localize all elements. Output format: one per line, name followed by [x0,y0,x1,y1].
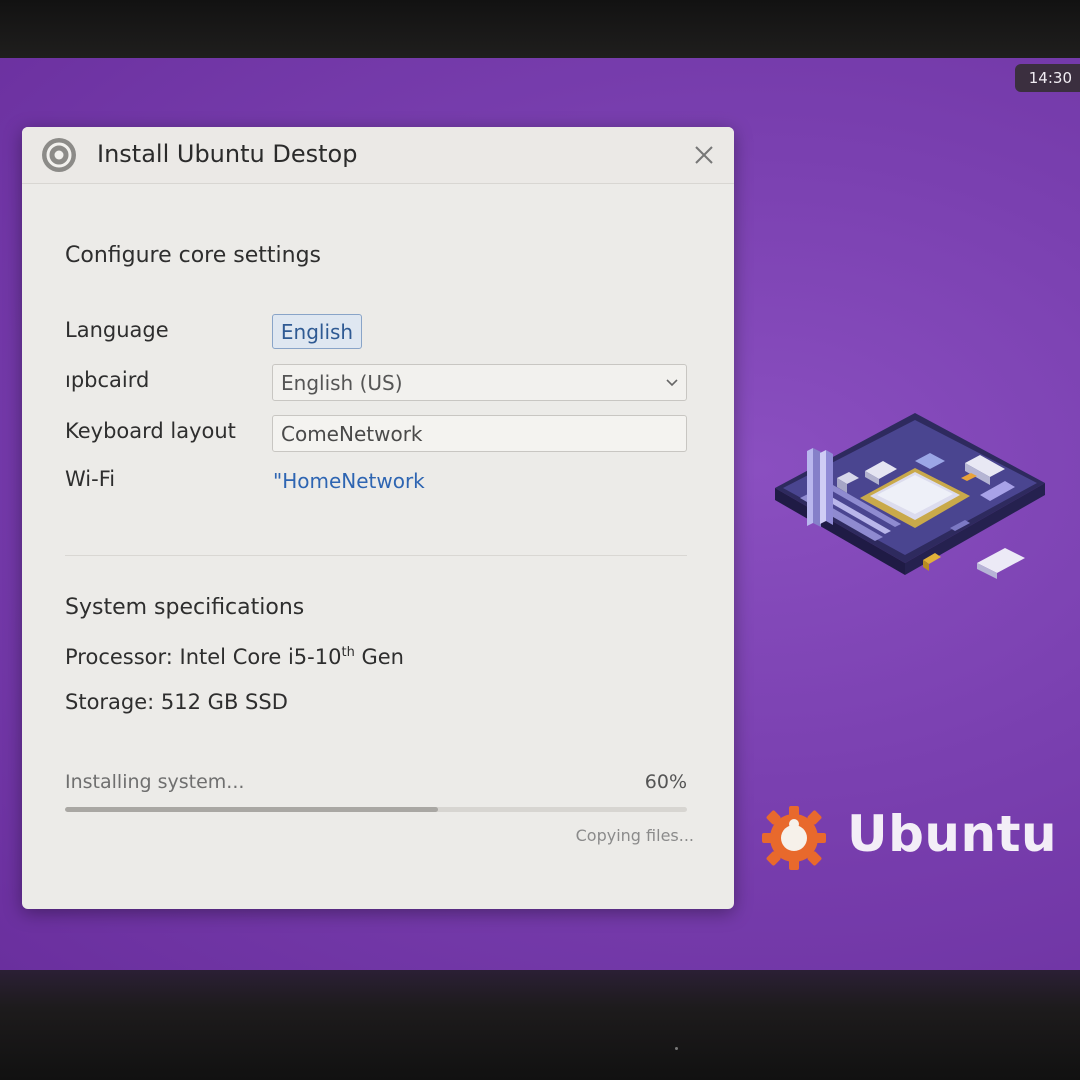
progress-percent: 60% [644,771,687,793]
desktop-background: 14:30 Install Ubuntu Destop Configure co… [0,58,1080,970]
wifi-label: Wi-Fi [65,467,116,491]
ubuntu-brand: Ubuntu [760,803,1060,873]
processor-prefix: Processor: Intel Core i5-10 [65,645,342,669]
locale-select-value: English (US) [281,371,403,395]
progress-label: Installing system... [65,771,245,793]
core-settings-heading: Configure core settings [65,243,321,268]
clipboard-label: ​ıpbcaird [65,368,150,392]
close-icon[interactable] [690,141,718,169]
clock[interactable]: 14:30 [1014,64,1080,92]
ubuntu-wordmark: Ubuntu [847,805,1058,863]
window-title: Install Ubuntu Destop [97,140,358,168]
chevron-down-icon [666,379,678,387]
power-indicator [675,1047,678,1050]
monitor-bezel-top [0,0,1080,58]
ubuntu-circle-icon [42,138,76,172]
language-label: Language [65,318,169,342]
processor-spec: Processor: Intel Core i5-10th Gen [65,645,404,669]
wifi-network-link[interactable]: "HomeNetwork [273,469,425,493]
motherboard-illustration [775,413,1045,579]
processor-superscript: th [341,645,355,660]
system-specs-heading: System specifications [65,595,305,620]
ubuntu-gear-logo [762,806,826,870]
language-button[interactable]: English [272,314,362,349]
section-divider [65,555,687,556]
locale-select[interactable]: English (US) [272,364,687,401]
processor-suffix: Gen [354,645,404,669]
window-titlebar: Install Ubuntu Destop [22,127,734,184]
installer-window: Install Ubuntu Destop Configure core set… [22,127,734,909]
progress-bar-fill [65,807,439,812]
progress-status: Copying files... [575,826,694,845]
keyboard-layout-field[interactable] [272,415,687,452]
keyboard-layout-label: Keyboard layout [65,419,236,443]
monitor-bezel-bottom [0,970,1080,1080]
progress-bar [65,807,687,812]
storage-spec: Storage: 512 GB SSD [65,690,288,714]
